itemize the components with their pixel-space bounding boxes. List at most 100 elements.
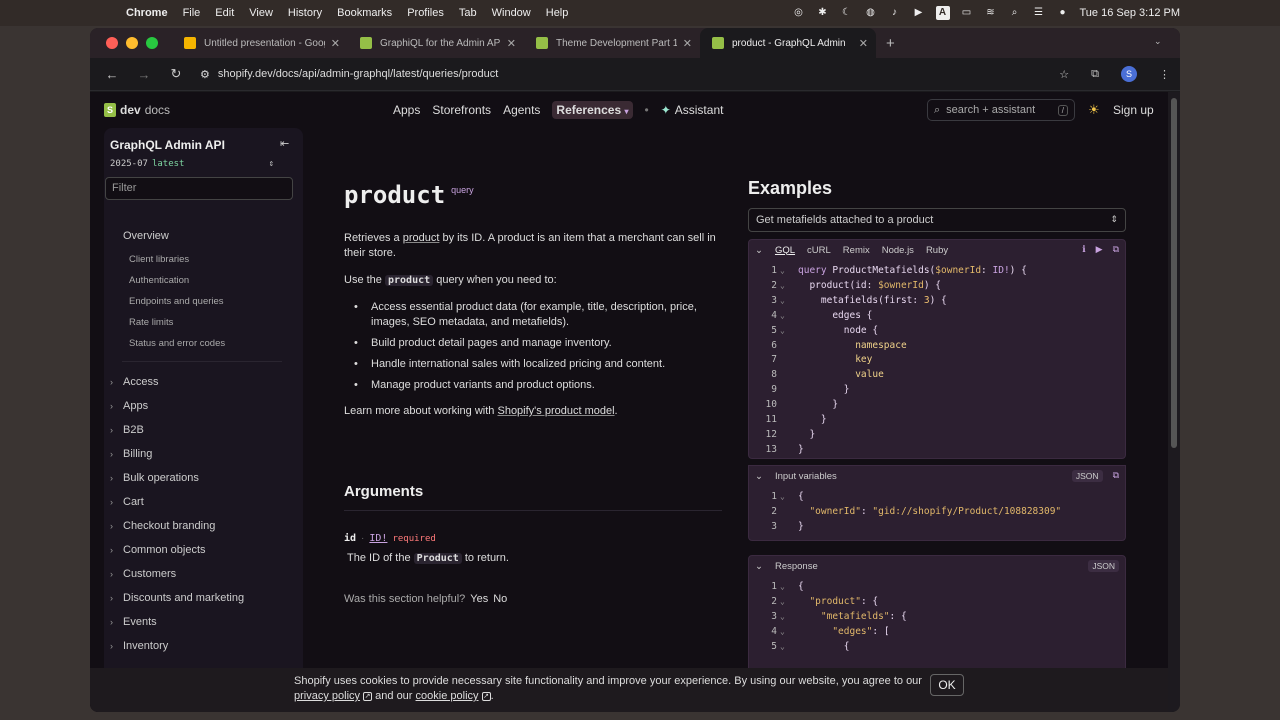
- close-window-button[interactable]: [106, 37, 118, 49]
- tab-search-chevron-icon[interactable]: ⌄: [1154, 36, 1170, 50]
- product-model-link[interactable]: Shopify's product model: [497, 405, 614, 417]
- forward-icon[interactable]: →: [134, 67, 154, 82]
- tab-ruby[interactable]: Ruby: [926, 245, 948, 256]
- extension-icon[interactable]: ✱: [816, 6, 830, 20]
- search-input[interactable]: ⌕ search + assistant /: [927, 99, 1075, 121]
- search-icon[interactable]: ⌕: [1008, 6, 1022, 20]
- minimize-window-button[interactable]: [126, 37, 138, 49]
- bookmark-star-icon[interactable]: ☆: [1059, 68, 1069, 81]
- address-bar[interactable]: ⚙ shopify.dev/docs/api/admin-graphql/lat…: [200, 68, 1080, 81]
- info-icon[interactable]: ℹ: [1082, 244, 1085, 255]
- feedback-no-button[interactable]: No: [493, 593, 507, 605]
- sidebar-group[interactable]: › Events: [110, 616, 157, 628]
- reload-icon[interactable]: ↻: [166, 66, 186, 82]
- menu-profiles[interactable]: Profiles: [407, 7, 444, 19]
- menu-history[interactable]: History: [288, 7, 322, 19]
- browser-tab[interactable]: Theme Development Part 1 - S ✕: [524, 28, 700, 58]
- volume-icon[interactable]: ♪: [888, 6, 902, 20]
- sidebar-subitem[interactable]: Authentication: [129, 275, 189, 286]
- zoom-window-button[interactable]: [146, 37, 158, 49]
- vpn-icon[interactable]: ◍: [864, 6, 878, 20]
- sidebar-subitem[interactable]: Endpoints and queries: [129, 296, 224, 307]
- nav-apps[interactable]: Apps: [393, 103, 420, 117]
- camera-icon[interactable]: ◎: [792, 6, 806, 20]
- collapse-chevron-icon[interactable]: ⌄: [755, 561, 763, 572]
- cookie-policy-link[interactable]: cookie policy: [416, 690, 479, 702]
- menubar-clock[interactable]: Tue 16 Sep 3:12 PM: [1080, 7, 1181, 19]
- page-scrollbar[interactable]: [1168, 92, 1180, 712]
- sidebar-group[interactable]: › Checkout branding: [110, 520, 215, 532]
- example-select[interactable]: Get metafields attached to a product ⇕: [748, 208, 1126, 232]
- sidebar-group[interactable]: › Bulk operations: [110, 472, 199, 484]
- tab-gql[interactable]: GQL: [775, 245, 795, 256]
- input-source-icon[interactable]: A: [935, 6, 950, 20]
- close-tab-icon[interactable]: ✕: [683, 37, 692, 50]
- feedback-yes-button[interactable]: Yes: [470, 593, 488, 605]
- theme-toggle-sun-icon[interactable]: ☀: [1088, 102, 1100, 118]
- wifi-icon[interactable]: ≋: [984, 6, 998, 20]
- sidebar-item-overview[interactable]: Overview: [123, 230, 169, 242]
- sidebar-group[interactable]: › B2B: [110, 424, 144, 436]
- version-select[interactable]: 2025-07 latest ⇕: [110, 159, 274, 169]
- menu-tab[interactable]: Tab: [459, 7, 477, 19]
- tab-remix[interactable]: Remix: [843, 245, 870, 256]
- close-tab-icon[interactable]: ✕: [331, 37, 340, 50]
- collapse-chevron-icon[interactable]: ⌄: [755, 245, 763, 256]
- profile-avatar[interactable]: S: [1121, 66, 1137, 82]
- version-tag: latest: [151, 159, 185, 169]
- nav-assistant[interactable]: ✦ Assistant: [661, 103, 724, 117]
- nav-storefronts[interactable]: Storefronts: [432, 103, 491, 117]
- moon-icon[interactable]: ☾: [840, 6, 854, 20]
- argument-type-link[interactable]: ID!: [369, 533, 387, 544]
- tab-nodejs[interactable]: Node.js: [882, 245, 914, 256]
- play-icon[interactable]: ▶: [912, 6, 926, 20]
- siri-icon[interactable]: ●: [1056, 6, 1070, 20]
- menu-bookmarks[interactable]: Bookmarks: [337, 7, 392, 19]
- sidebar-group[interactable]: › Billing: [110, 448, 152, 460]
- sidebar-subitem[interactable]: Status and error codes: [129, 338, 225, 349]
- sidebar-group[interactable]: › Access: [110, 376, 158, 388]
- run-icon[interactable]: ▶: [1096, 244, 1103, 255]
- browser-tab-active[interactable]: product - GraphQL Admin ✕: [700, 28, 876, 58]
- menu-edit[interactable]: Edit: [215, 7, 234, 19]
- product-link[interactable]: product: [403, 232, 440, 244]
- sidebar-group[interactable]: › Discounts and marketing: [110, 592, 244, 604]
- collapse-sidebar-icon[interactable]: ⇤: [280, 137, 289, 150]
- collapse-chevron-icon[interactable]: ⌄: [755, 471, 763, 482]
- sidebar-group[interactable]: › Common objects: [110, 544, 206, 556]
- sidebar-group[interactable]: › Apps: [110, 400, 148, 412]
- scrollbar-thumb[interactable]: [1171, 98, 1177, 448]
- menu-window[interactable]: Window: [492, 7, 531, 19]
- privacy-policy-link[interactable]: privacy policy: [294, 690, 360, 702]
- control-center-icon[interactable]: ☰: [1032, 6, 1046, 20]
- browser-tab[interactable]: Untitled presentation - Googl ✕: [172, 28, 348, 58]
- menu-view[interactable]: View: [249, 7, 273, 19]
- close-tab-icon[interactable]: ✕: [507, 37, 516, 50]
- site-info-icon[interactable]: ⚙: [200, 68, 210, 81]
- copy-icon[interactable]: ⧉: [1113, 244, 1119, 255]
- copy-icon[interactable]: ⧉: [1113, 470, 1119, 482]
- nav-references[interactable]: References ▾: [552, 101, 633, 119]
- menu-help[interactable]: Help: [546, 7, 569, 19]
- menu-file[interactable]: File: [183, 7, 201, 19]
- battery-icon[interactable]: ▭: [960, 6, 974, 20]
- extensions-icon[interactable]: ⧉: [1091, 68, 1099, 81]
- signup-link[interactable]: Sign up: [1113, 103, 1154, 117]
- menu-app[interactable]: Chrome: [126, 7, 168, 19]
- new-tab-icon[interactable]: +: [886, 35, 895, 52]
- sidebar-subitem[interactable]: Rate limits: [129, 317, 173, 328]
- code-line: 3 ⌄ "metafields": {: [771, 610, 907, 622]
- back-icon[interactable]: ←: [102, 67, 122, 82]
- kebab-menu-icon[interactable]: ⋮: [1159, 68, 1170, 81]
- close-tab-icon[interactable]: ✕: [859, 37, 868, 50]
- sidebar-group[interactable]: › Cart: [110, 496, 144, 508]
- browser-tab[interactable]: GraphiQL for the Admin API ✕: [348, 28, 524, 58]
- dev-docs-logo[interactable]: S dev docs: [104, 103, 170, 117]
- tab-curl[interactable]: cURL: [807, 245, 831, 256]
- cookie-ok-button[interactable]: OK: [930, 674, 964, 696]
- filter-input[interactable]: Filter: [105, 177, 293, 200]
- nav-agents[interactable]: Agents: [503, 103, 540, 117]
- sidebar-group[interactable]: › Customers: [110, 568, 176, 580]
- sidebar-subitem[interactable]: Client libraries: [129, 254, 189, 265]
- sidebar-group[interactable]: › Inventory: [110, 640, 168, 652]
